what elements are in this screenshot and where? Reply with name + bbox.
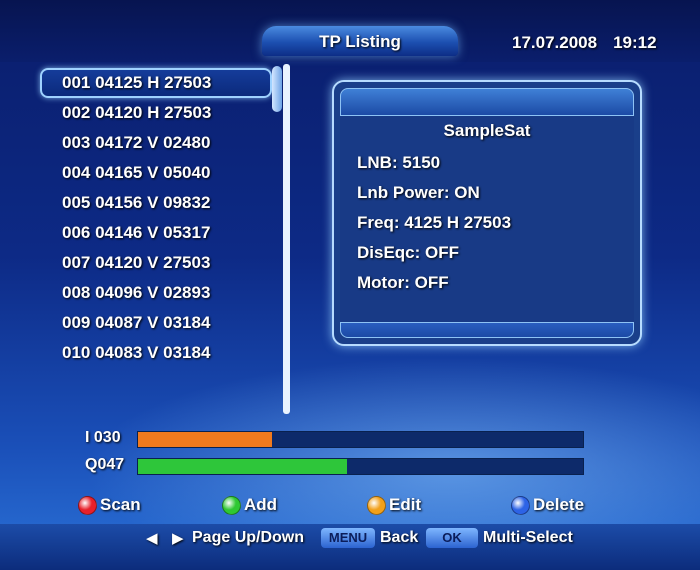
date-text: 17.07.2008 xyxy=(512,33,598,52)
quality-bar xyxy=(137,458,584,475)
tp-row-010[interactable]: 010 04083 V 03184 xyxy=(40,338,272,368)
page-title: TP Listing xyxy=(319,32,401,51)
quality-bar-fill xyxy=(138,459,348,474)
green-button-icon xyxy=(222,496,241,515)
tp-row-003[interactable]: 003 04172 V 02480 xyxy=(40,128,272,158)
back-hint: Back xyxy=(380,529,419,546)
motor-info: Motor: OFF xyxy=(357,273,449,292)
red-button-icon xyxy=(78,496,97,515)
tp-row-001[interactable]: 001 04125 H 27503 xyxy=(40,68,272,98)
intensity-label: I 030 xyxy=(85,429,121,446)
blue-button-icon xyxy=(511,496,530,515)
lnb-power-info: Lnb Power: ON xyxy=(357,183,480,202)
diseqc-info: DisEqc: OFF xyxy=(357,243,460,262)
left-arrow-icon: ◀ xyxy=(146,530,158,547)
freq-info: Freq: 4125 H 27503 xyxy=(357,213,512,232)
date-time: 17.07.2008 19:12 xyxy=(512,33,657,53)
multi-select-hint: Multi-Select xyxy=(483,529,573,546)
legend-delete-label: Delete xyxy=(533,495,585,514)
tp-row-007[interactable]: 007 04120 V 27503 xyxy=(40,248,272,278)
tp-row-005[interactable]: 005 04156 V 09832 xyxy=(40,188,272,218)
ok-key-badge[interactable]: OK xyxy=(426,528,478,548)
legend-scan-label: Scan xyxy=(100,495,141,514)
yellow-button-icon xyxy=(367,496,386,515)
time-text: 19:12 xyxy=(613,33,657,52)
menu-key-badge[interactable]: MENU xyxy=(321,528,375,548)
satellite-name: SampleSat xyxy=(443,121,531,140)
info-panel-header xyxy=(340,88,634,116)
tp-list: 001 04125 H 27503 002 04120 H 27503 003 … xyxy=(40,68,272,368)
tp-row-002[interactable]: 002 04120 H 27503 xyxy=(40,98,272,128)
tp-row-008[interactable]: 008 04096 V 02893 xyxy=(40,278,272,308)
intensity-bar-fill xyxy=(138,432,272,447)
legend-edit-label: Edit xyxy=(389,495,422,514)
intensity-bar xyxy=(137,431,584,448)
tp-row-006[interactable]: 006 04146 V 05317 xyxy=(40,218,272,248)
legend-add-label: Add xyxy=(244,495,278,514)
lnb-info: LNB: 5150 xyxy=(357,153,441,172)
tp-row-004[interactable]: 004 04165 V 05040 xyxy=(40,158,272,188)
info-panel-footer xyxy=(340,322,634,338)
list-scrollbar-thumb[interactable] xyxy=(272,66,282,112)
right-arrow-icon: ▶ xyxy=(172,530,184,547)
tp-row-009[interactable]: 009 04087 V 03184 xyxy=(40,308,272,338)
page-hint: Page Up/Down xyxy=(192,529,305,546)
quality-label: Q047 xyxy=(85,456,125,473)
list-scrollbar[interactable] xyxy=(283,64,290,414)
